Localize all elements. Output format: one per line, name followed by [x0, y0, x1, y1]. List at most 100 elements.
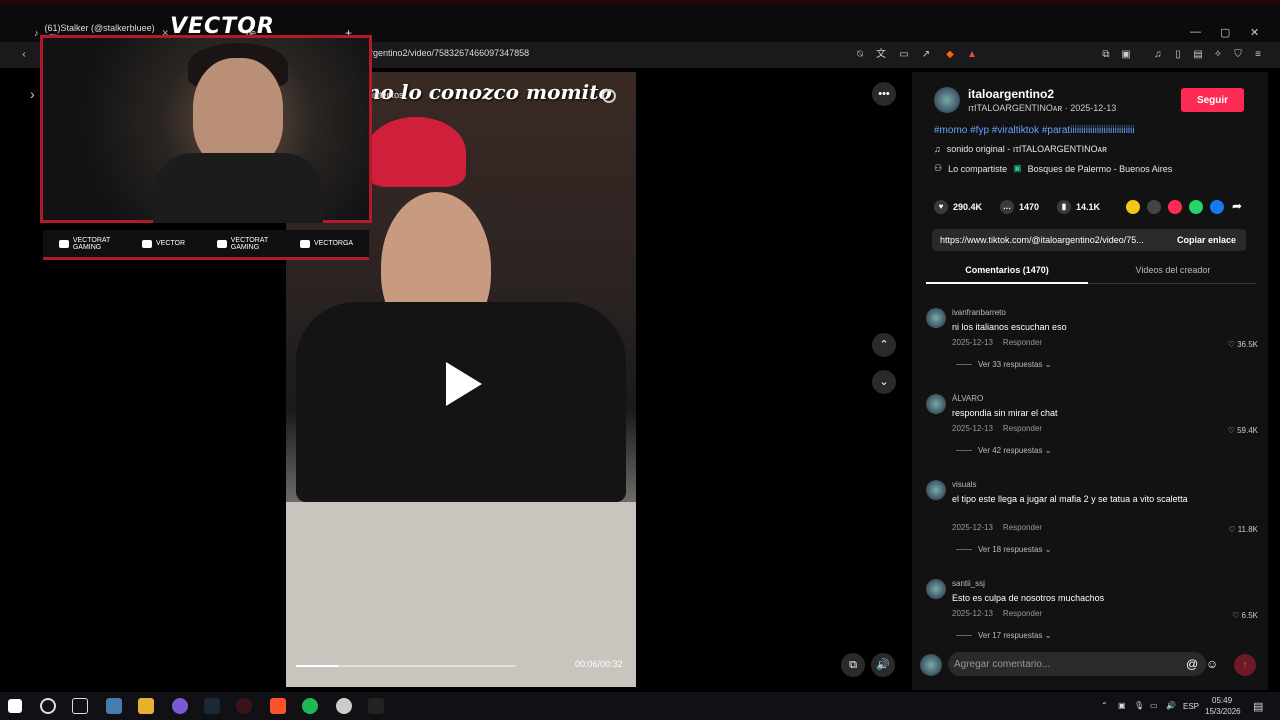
bookmark-icon[interactable]: ▤	[1192, 49, 1204, 61]
comment-user[interactable]: visuals	[952, 480, 976, 489]
view-replies-button[interactable]: Ver 17 respuestas ⌄	[956, 631, 1051, 640]
comment-likes[interactable]: ♡ 11.8K	[1228, 525, 1258, 534]
follow-button[interactable]: Seguir	[1181, 88, 1244, 112]
search-icon[interactable]	[602, 89, 616, 103]
reply-button[interactable]: Responder	[1003, 609, 1042, 618]
minimize-button[interactable]: —	[1190, 26, 1201, 38]
language-indicator[interactable]: ESP	[1183, 702, 1199, 711]
steam-icon[interactable]	[204, 698, 220, 714]
leo-icon[interactable]: ✧	[1212, 49, 1224, 61]
comment-like-count: 6.5K	[1241, 611, 1258, 620]
heart-icon: ♥	[934, 200, 948, 214]
share-icon[interactable]: ↗	[920, 49, 932, 61]
network-icon[interactable]: ▭	[1150, 701, 1158, 710]
microphone-icon[interactable]: 🎙	[1134, 701, 1144, 710]
commenter-avatar[interactable]	[926, 394, 946, 414]
commenter-avatar[interactable]	[926, 480, 946, 500]
sidebar-icon[interactable]: ▯	[1172, 49, 1184, 61]
url-field[interactable]: rgentino2/video/7583267466097347858	[370, 48, 529, 58]
previous-video-button[interactable]: ⌃	[872, 333, 896, 357]
mention-icon[interactable]: @	[1186, 657, 1198, 671]
comment-text: el tipo este llega a jugar al mafia 2 y …	[952, 494, 1188, 504]
comment-meta: 2025-12-13 Responder	[952, 424, 1042, 433]
discord-icon[interactable]	[172, 698, 188, 714]
volume-button[interactable]: 🔊	[871, 653, 895, 677]
commenter-avatar[interactable]	[926, 308, 946, 328]
creator-avatar[interactable]	[934, 87, 960, 113]
hashtags[interactable]: #momo #fyp #viraltiktok #paratiiiiiiiiii…	[934, 125, 1135, 136]
clock-time[interactable]: 05:49	[1212, 696, 1232, 705]
reader-icon[interactable]: ⍉	[854, 49, 866, 61]
comment-user[interactable]: ivanfranbarreto	[952, 308, 1006, 317]
reply-button[interactable]: Responder	[1003, 523, 1042, 532]
pip-button[interactable]: ⧉	[841, 653, 865, 677]
back-icon[interactable]: ‹	[18, 49, 30, 61]
spotify-icon[interactable]	[302, 698, 318, 714]
share-friends-icon[interactable]	[1126, 200, 1140, 214]
send-icon[interactable]	[1168, 200, 1182, 214]
comment-likes[interactable]: ♡ 36.5K	[1228, 340, 1258, 349]
comment-stat[interactable]: … 1470	[1000, 200, 1039, 214]
close-window-button[interactable]: ✕	[1250, 26, 1259, 39]
streamer-body	[153, 153, 323, 223]
more-options-button[interactable]: •••	[872, 82, 896, 106]
folder-icon[interactable]	[138, 698, 154, 714]
search-taskbar-icon[interactable]	[40, 698, 56, 714]
emoji-icon[interactable]: ☺	[1206, 657, 1218, 671]
play-icon[interactable]	[446, 362, 482, 406]
location-label[interactable]: Bosques de Palermo - Buenos Aires	[1028, 164, 1173, 174]
extensions-icon[interactable]: ⧉	[1100, 49, 1112, 61]
tray-chevron-icon[interactable]: ⌃	[1101, 701, 1108, 710]
prev-video-arrow-icon[interactable]: ›	[30, 86, 35, 102]
commenter-avatar[interactable]	[926, 579, 946, 599]
my-avatar[interactable]	[920, 654, 942, 676]
facebook-icon[interactable]	[1210, 200, 1224, 214]
cast-icon[interactable]: ▭	[898, 49, 910, 61]
comment-likes[interactable]: ♡ 6.5K	[1232, 611, 1258, 620]
file-manager-icon[interactable]	[106, 698, 122, 714]
vpn-icon[interactable]: ⛉	[1232, 49, 1244, 61]
menu-icon[interactable]: ≡	[1252, 49, 1264, 61]
view-replies-button[interactable]: Ver 42 respuestas ⌄	[956, 446, 1051, 455]
translate-icon[interactable]: 文	[875, 49, 887, 61]
like-stat[interactable]: ♥ 290.4K	[934, 200, 982, 214]
clock-date[interactable]: 15/3/2026	[1205, 707, 1241, 716]
creator-name[interactable]: italoargentino2	[968, 87, 1054, 101]
maximize-button[interactable]: ▢	[1220, 26, 1230, 39]
video-progress-bar[interactable]	[296, 665, 516, 667]
windows-start-icon[interactable]	[8, 699, 22, 713]
volume-tray-icon[interactable]: 🔊	[1166, 701, 1176, 710]
sound-row[interactable]: ♫ sonido original - ıτITALOARGENTINOᴀʀ	[934, 144, 1107, 154]
tab-comments[interactable]: Comentarios (1470)	[926, 265, 1088, 284]
link-box: https://www.tiktok.com/@italoargentino2/…	[932, 229, 1246, 251]
music-icon[interactable]: ♫	[1152, 49, 1164, 61]
comment-user[interactable]: santii_ssj	[952, 579, 985, 588]
view-replies-button[interactable]: Ver 33 respuestas ⌄	[956, 360, 1051, 369]
comment-likes[interactable]: ♡ 59.4K	[1228, 426, 1258, 435]
reply-button[interactable]: Responder	[1003, 338, 1042, 347]
capcut-icon[interactable]	[368, 698, 384, 714]
view-replies-button[interactable]: Ver 18 respuestas ⌄	[956, 545, 1051, 554]
share-arrow-icon[interactable]: ➦	[1232, 199, 1242, 213]
reply-button[interactable]: Responder	[1003, 424, 1042, 433]
windows-taskbar: ⌃ ▣ 🎙 ▭ 🔊 ESP 05:49 15/3/2026 ▤	[0, 692, 1280, 720]
comment-user[interactable]: ÁLVARO	[952, 394, 983, 403]
opera-icon[interactable]	[236, 698, 252, 714]
whatsapp-icon[interactable]	[1189, 200, 1203, 214]
brave-icon[interactable]	[270, 698, 286, 714]
task-view-icon[interactable]	[72, 698, 88, 714]
send-comment-button[interactable]: ↑	[1234, 654, 1256, 676]
comment-input[interactable]: Agregar comentario...	[948, 652, 1206, 676]
save-stat[interactable]: ▮ 14.1K	[1057, 200, 1100, 214]
rewards-icon[interactable]: ▲	[966, 49, 978, 61]
brave-shield-icon[interactable]: ◆	[944, 49, 956, 61]
embed-icon[interactable]	[1147, 200, 1161, 214]
next-video-button[interactable]: ⌄	[872, 370, 896, 394]
copy-link-button[interactable]: Copiar enlace	[1177, 235, 1236, 245]
notifications-icon[interactable]: ▤	[1253, 700, 1263, 713]
tab-creator-videos[interactable]: Videos del creador	[1092, 265, 1254, 275]
tray-device-icon[interactable]: ▣	[1118, 701, 1126, 710]
obs-icon[interactable]	[336, 698, 352, 714]
comment-date: 2025-12-13	[952, 609, 993, 618]
wallet-icon[interactable]: ▣	[1120, 49, 1132, 61]
